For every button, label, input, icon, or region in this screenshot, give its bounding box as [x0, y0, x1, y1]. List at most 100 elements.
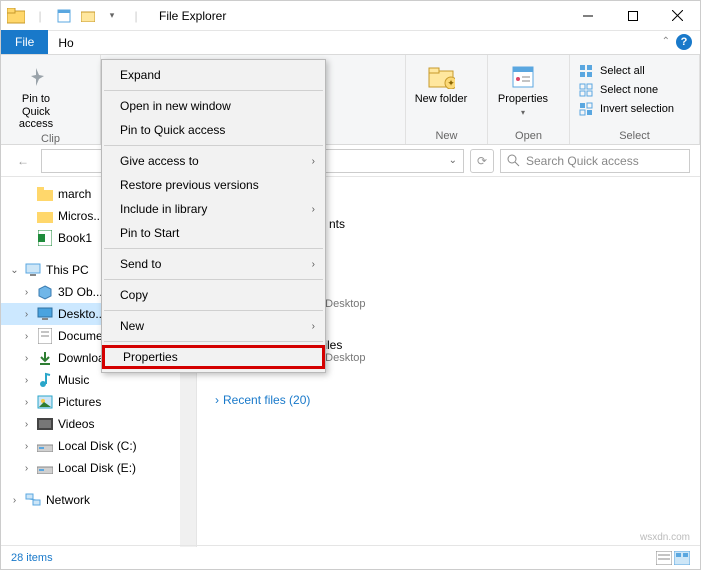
select-all-icon: [578, 63, 594, 79]
properties-button[interactable]: Properties ▾: [496, 59, 550, 117]
ctx-separator: [104, 279, 323, 280]
titlebar: | ▾ | File Explorer: [1, 1, 700, 31]
ctx-separator: [104, 341, 323, 342]
disk-icon: [36, 459, 54, 477]
qat-newfolder-icon[interactable]: [77, 5, 99, 27]
ctx-new[interactable]: New›: [102, 314, 325, 338]
collapse-ribbon-icon[interactable]: ⌃: [662, 36, 670, 47]
tree-item-local-e[interactable]: ›Local Disk (E:): [1, 457, 196, 479]
search-box[interactable]: Search Quick access: [500, 149, 690, 173]
3d-objects-icon: [36, 283, 54, 301]
properties-icon: [509, 63, 537, 91]
invert-selection-button[interactable]: Invert selection: [578, 101, 674, 117]
pictures-icon: [36, 393, 54, 411]
group-label: Open: [496, 128, 561, 142]
status-item-count: 28 items: [11, 552, 53, 564]
pc-icon: [24, 261, 42, 279]
tree-item-videos[interactable]: ›Videos: [1, 413, 196, 435]
chevron-down-icon[interactable]: ⌄: [449, 155, 457, 166]
ctx-send-to[interactable]: Send to›: [102, 252, 325, 276]
group-label: New: [414, 128, 479, 142]
ribbon-group-new: ✦ New folder New: [406, 55, 488, 144]
vertical-sep-icon: |: [29, 5, 51, 27]
quick-access-toolbar: | ▾ |: [1, 5, 151, 27]
ctx-expand[interactable]: Expand: [102, 63, 325, 87]
watermark: wsxdn.com: [640, 532, 690, 543]
folder-icon: [36, 207, 54, 225]
pin-icon: [22, 63, 50, 91]
ctx-give-access[interactable]: Give access to›: [102, 149, 325, 173]
select-none-icon: [578, 82, 594, 98]
tree-item-local-c[interactable]: ›Local Disk (C:): [1, 435, 196, 457]
ctx-pin-quick[interactable]: Pin to Quick access: [102, 118, 325, 142]
ctx-separator: [104, 248, 323, 249]
select-all-button[interactable]: Select all: [578, 63, 674, 79]
music-icon: [36, 371, 54, 389]
ribbon-group-clipboard: Pin to Quick access Clip: [1, 55, 101, 144]
refresh-button[interactable]: ⟳: [470, 149, 494, 173]
minimize-button[interactable]: [565, 1, 610, 30]
desktop-icon: [36, 305, 54, 323]
invert-selection-icon: [578, 101, 594, 117]
new-folder-icon: ✦: [427, 63, 455, 91]
ctx-include-library[interactable]: Include in library›: [102, 197, 325, 221]
view-toggle[interactable]: [656, 551, 690, 565]
collapse-icon[interactable]: ⌄: [9, 265, 20, 276]
svg-text:✦: ✦: [447, 78, 455, 88]
tab-home[interactable]: Ho: [48, 32, 83, 54]
group-label: Select: [578, 128, 691, 142]
ctx-copy[interactable]: Copy: [102, 283, 325, 307]
qat-properties-icon[interactable]: [53, 5, 75, 27]
documents-icon: [36, 327, 54, 345]
chevron-right-icon: ›: [312, 321, 315, 332]
context-menu: Expand Open in new window Pin to Quick a…: [101, 59, 326, 373]
chevron-right-icon: ›: [312, 259, 315, 270]
chevron-right-icon: ›: [215, 393, 219, 407]
window-controls: [565, 1, 700, 30]
status-bar: 28 items: [1, 545, 700, 569]
window-title: File Explorer: [151, 9, 565, 23]
chevron-down-icon: ▾: [521, 108, 525, 117]
recent-files-header[interactable]: › Recent files (20): [215, 393, 682, 407]
maximize-button[interactable]: [610, 1, 655, 30]
ribbon-group-open: Properties ▾ Open: [488, 55, 570, 144]
ctx-properties[interactable]: Properties: [102, 345, 325, 369]
chevron-right-icon: ›: [312, 156, 315, 167]
search-icon: [507, 154, 520, 167]
new-folder-button[interactable]: ✦ New folder: [414, 59, 468, 106]
excel-icon: [36, 229, 54, 247]
videos-icon: [36, 415, 54, 433]
search-placeholder: Search Quick access: [526, 154, 639, 168]
ctx-restore[interactable]: Restore previous versions: [102, 173, 325, 197]
vertical-sep-icon: |: [125, 5, 147, 27]
ctx-separator: [104, 310, 323, 311]
tree-item-pictures[interactable]: ›Pictures: [1, 391, 196, 413]
ctx-pin-start[interactable]: Pin to Start: [102, 221, 325, 245]
ribbon-group-select: Select all Select none Invert selection …: [570, 55, 700, 144]
explorer-icon: [5, 5, 27, 27]
nav-back-button[interactable]: ←: [11, 149, 35, 173]
chevron-right-icon: ›: [312, 204, 315, 215]
ribbon-tabs: File Ho ⌃ ?: [1, 31, 700, 55]
tree-item-network[interactable]: ›Network: [1, 489, 196, 511]
folder-icon: [36, 185, 54, 203]
close-button[interactable]: [655, 1, 700, 30]
thumbnails-view-icon: [674, 551, 690, 565]
new-folder-label: New folder: [415, 93, 468, 106]
network-icon: [24, 491, 42, 509]
downloads-icon: [36, 349, 54, 367]
details-view-icon: [656, 551, 672, 565]
qat-dropdown-icon[interactable]: ▾: [101, 5, 123, 27]
group-label: Clip: [9, 131, 92, 145]
ctx-separator: [104, 145, 323, 146]
help-icon[interactable]: ?: [676, 34, 692, 50]
properties-label: Properties: [498, 93, 548, 106]
ctx-separator: [104, 90, 323, 91]
ctx-open-new-window[interactable]: Open in new window: [102, 94, 325, 118]
pin-label: Pin to Quick access: [9, 93, 63, 131]
freq-item[interactable]: nts: [315, 213, 682, 245]
select-none-button[interactable]: Select none: [578, 82, 674, 98]
pin-to-quick-access-button[interactable]: Pin to Quick access: [9, 59, 63, 131]
tab-file[interactable]: File: [1, 30, 48, 54]
disk-icon: [36, 437, 54, 455]
